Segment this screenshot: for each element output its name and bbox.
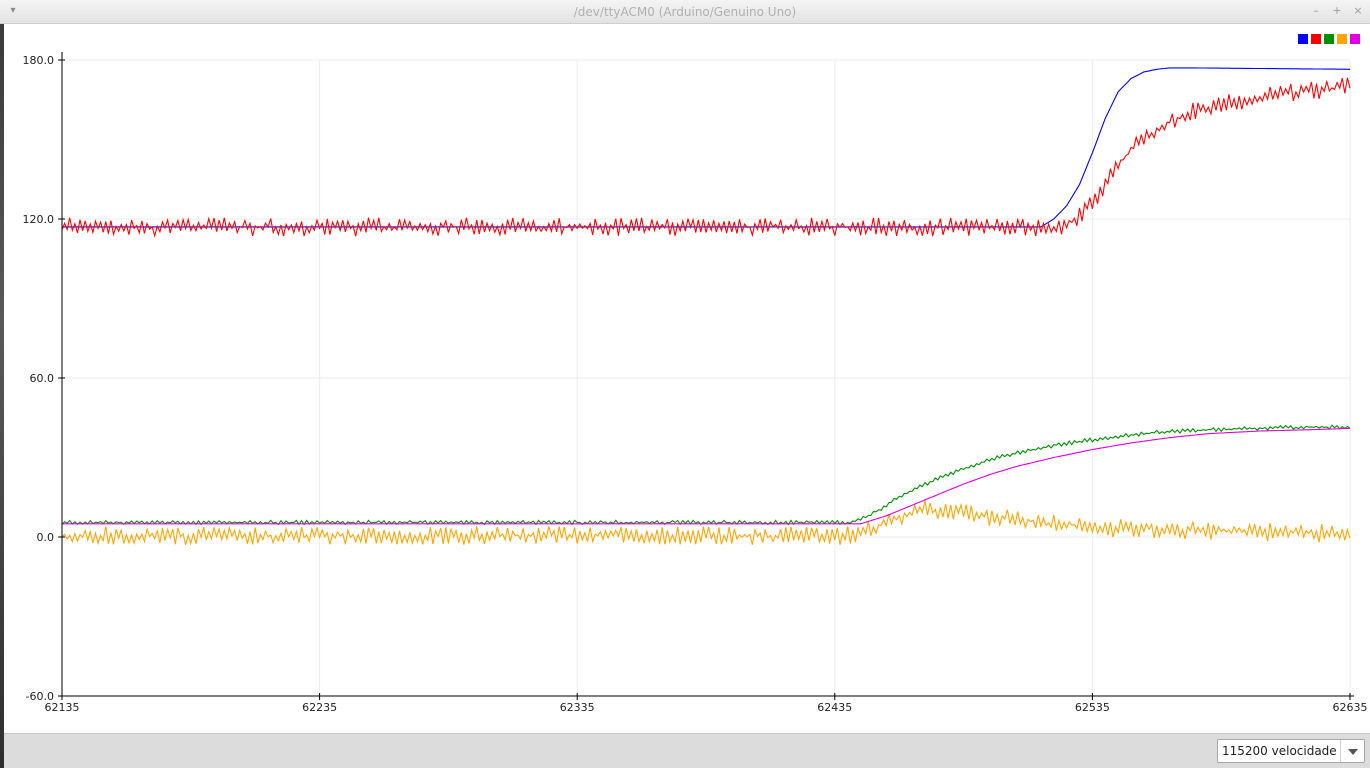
baud-rate-label: 115200 velocidade — [1222, 744, 1337, 758]
legend-swatch-4[interactable] — [1337, 34, 1347, 44]
series-line-5 — [62, 427, 1350, 525]
legend-swatch-2[interactable] — [1311, 34, 1321, 44]
y-tick-label: 60.0 — [30, 372, 55, 385]
legend-swatch-1[interactable] — [1298, 34, 1308, 44]
x-tick-label: 62135 — [45, 701, 80, 714]
x-tick-label: 62335 — [560, 701, 595, 714]
legend-swatch-5[interactable] — [1350, 34, 1360, 44]
chevron-down-icon — [1348, 749, 1358, 755]
y-tick-label: 180.0 — [23, 54, 55, 67]
series-line-3 — [61, 424, 1351, 526]
axes — [58, 52, 1354, 700]
series-lines — [61, 67, 1351, 546]
grid-lines — [62, 59, 1351, 696]
x-tick-label: 62235 — [302, 701, 337, 714]
baud-rate-select[interactable]: 115200 velocidade — [1217, 739, 1365, 763]
series-line-2 — [61, 77, 1351, 238]
window-title: /dev/ttyACM0 (Arduino/Genuino Uno) — [573, 5, 797, 19]
y-tick-label: 120.0 — [23, 213, 55, 226]
legend-swatch-3[interactable] — [1324, 34, 1334, 44]
series-line-1 — [62, 67, 1350, 228]
legend — [1298, 34, 1360, 44]
serial-plotter-chart: -60.00.060.0120.0180.062135 62235 62335 624… — [23, 34, 1368, 714]
series-line-4 — [61, 500, 1351, 546]
tick-labels: -60.00.060.0120.0180.062135 62235 62335 624… — [23, 54, 1368, 714]
maximize-icon[interactable]: + — [1330, 4, 1344, 18]
title-bar: ▾ /dev/ttyACM0 (Arduino/Genuino Uno) – +… — [0, 0, 1370, 24]
baud-dropdown-button[interactable] — [1340, 740, 1364, 762]
y-tick-label: 0.0 — [37, 531, 55, 544]
bottom-toolbar: 115200 velocidade — [4, 733, 1370, 768]
x-tick-label: 62635 — [1333, 701, 1368, 714]
minimize-icon[interactable]: – — [1309, 4, 1323, 18]
x-tick-label: 62435 — [817, 701, 852, 714]
close-icon[interactable]: × — [1351, 4, 1365, 18]
x-tick-label: 62535 — [1075, 701, 1110, 714]
